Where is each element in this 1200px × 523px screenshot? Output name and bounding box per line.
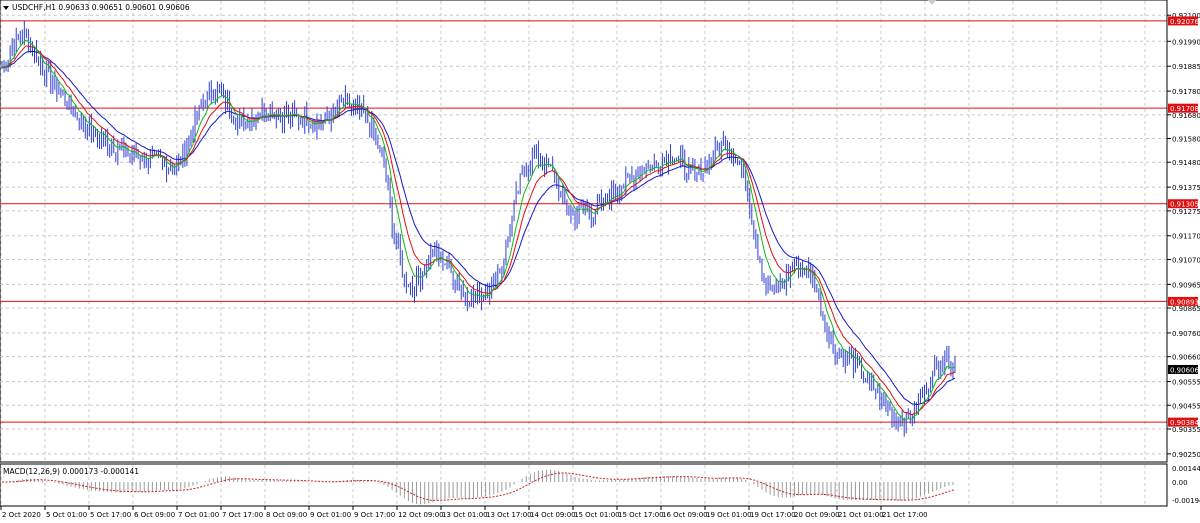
price-tick-label: 0.90965 bbox=[1172, 281, 1200, 289]
price-axis: 0.921000.919900.918850.917800.916800.915… bbox=[1166, 0, 1200, 462]
current-price-label: 0.90606 bbox=[1170, 366, 1199, 374]
time-tick-label: 19 Oct 17:00 bbox=[750, 511, 796, 519]
price-tick-label: 0.90355 bbox=[1172, 426, 1200, 434]
time-tick-label: 2 Oct 2020 bbox=[2, 511, 41, 519]
price-tick-label: 0.90455 bbox=[1172, 402, 1200, 410]
price-tick-label: 0.90660 bbox=[1172, 354, 1200, 362]
main-pane-frame bbox=[0, 0, 1168, 463]
time-tick-label: 5 Oct 01:00 bbox=[46, 511, 87, 519]
price-tick-label: 0.91480 bbox=[1172, 159, 1200, 167]
level-price-label: 0.92076 bbox=[1170, 18, 1199, 26]
level-price-label: 0.91708 bbox=[1170, 105, 1199, 113]
time-axis: 2 Oct 2020 5 Oct 01:00 5 Oct 17:00 6 Oct 09… bbox=[0, 506, 928, 519]
time-tick-label: 8 Oct 09:00 bbox=[266, 511, 307, 519]
price-tick-label: 0.91070 bbox=[1172, 256, 1200, 264]
trading-chart: USDCHF,H1 0.90633 0.90651 0.90601 0.9060… bbox=[0, 0, 1200, 519]
price-tick-label: 0.90555 bbox=[1172, 379, 1200, 387]
price-tick-label: 0.91275 bbox=[1172, 208, 1200, 216]
price-tick-label: 0.91580 bbox=[1172, 136, 1200, 144]
macd-axis: 0.001444 0.00 -0.001949 bbox=[1166, 464, 1200, 506]
symbol-label: USDCHF,H1 0.90633 0.90651 0.90601 0.9060… bbox=[12, 3, 190, 12]
time-tick-label: 5 Oct 17:00 bbox=[90, 511, 131, 519]
macd-tick-label: 0.001444 bbox=[1172, 465, 1200, 473]
time-tick-label: 19 Oct 01:00 bbox=[706, 511, 752, 519]
time-tick-label: 13 Oct 17:00 bbox=[486, 511, 532, 519]
time-tick-label: 7 Oct 01:00 bbox=[178, 511, 219, 519]
symbol-header[interactable]: USDCHF,H1 0.90633 0.90651 0.90601 0.9060… bbox=[3, 3, 190, 12]
time-tick-label: 16 Oct 09:00 bbox=[662, 511, 708, 519]
price-tick-label: 0.91375 bbox=[1172, 184, 1200, 192]
price-tick-label: 0.91780 bbox=[1172, 88, 1200, 96]
time-tick-label: 21 Oct 01:00 bbox=[838, 511, 884, 519]
time-tick-label: 9 Oct 01:00 bbox=[310, 511, 351, 519]
time-tick-label: 7 Oct 17:00 bbox=[222, 511, 263, 519]
time-tick-label: 6 Oct 09:00 bbox=[134, 511, 175, 519]
macd-tick-label: -0.001949 bbox=[1172, 497, 1200, 505]
time-tick-label: 20 Oct 09:00 bbox=[794, 511, 840, 519]
price-tick-label: 0.91990 bbox=[1172, 38, 1200, 46]
price-tick-label: 0.91170 bbox=[1172, 233, 1200, 241]
macd-tick-label: 0.00 bbox=[1172, 479, 1188, 487]
macd-label: MACD(12,26,9) 0.000173 -0.000141 bbox=[3, 467, 139, 476]
time-tick-label: 15 Oct 01:00 bbox=[574, 511, 620, 519]
time-tick-label: 14 Oct 09:00 bbox=[530, 511, 576, 519]
level-price-label: 0.91305 bbox=[1170, 201, 1199, 209]
time-tick-label: 21 Oct 17:00 bbox=[882, 511, 928, 519]
macd-pane-frame bbox=[0, 463, 1168, 507]
time-tick-label: 12 Oct 09:00 bbox=[398, 511, 444, 519]
level-price-label: 0.90384 bbox=[1170, 419, 1199, 427]
price-tick-label: 0.90760 bbox=[1172, 330, 1200, 338]
time-tick-label: 13 Oct 01:00 bbox=[442, 511, 488, 519]
level-price-label: 0.90893 bbox=[1170, 298, 1199, 306]
price-tick-label: 0.91885 bbox=[1172, 63, 1200, 71]
price-tick-label: 0.90250 bbox=[1172, 451, 1200, 459]
time-tick-label: 15 Oct 17:00 bbox=[618, 511, 664, 519]
time-tick-label: 9 Oct 17:00 bbox=[354, 511, 395, 519]
